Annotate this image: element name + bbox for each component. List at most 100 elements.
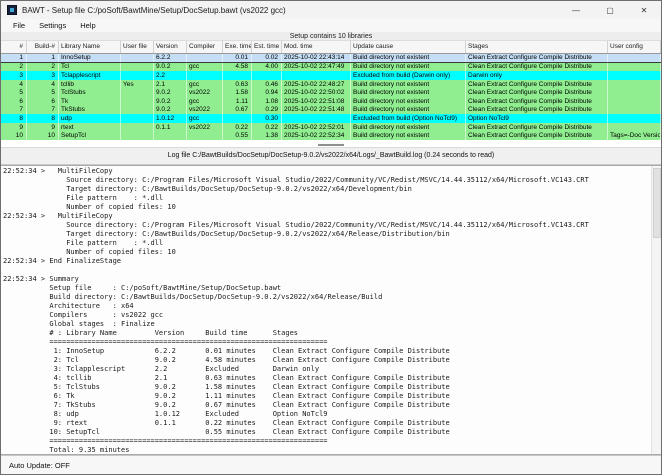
- cell-user-file: [121, 123, 154, 132]
- cell-est-time: 0.94: [252, 88, 282, 97]
- column-header-version[interactable]: Version: [154, 41, 187, 53]
- table-row-setuptcl[interactable]: 1010SetupTcl0.551.382025-10-02 22:52:34B…: [1, 131, 661, 140]
- pane-splitter: [1, 140, 661, 147]
- cell-col: 10: [1, 131, 27, 140]
- cell-build: 5: [27, 88, 59, 97]
- maximize-icon[interactable]: ▢: [593, 1, 627, 19]
- cell-library-name: TclStubs: [59, 88, 121, 97]
- cell-version: [154, 131, 187, 140]
- log-area[interactable]: 22:52:34 > MultiFileCopy Source director…: [1, 165, 661, 455]
- cell-exe-time: [223, 114, 252, 123]
- menu-item-settings[interactable]: Settings: [32, 21, 73, 30]
- table-row-tclapplescript[interactable]: 33Tclapplescript2.2Excluded from build (…: [1, 71, 661, 80]
- cell-exe-time: 4.58: [223, 63, 252, 72]
- cell-version: 9.0.2: [154, 106, 187, 115]
- cell-est-time: 4.00: [252, 63, 282, 72]
- splitter-handle-icon[interactable]: [318, 144, 344, 146]
- log-header-band: Log file C:/BawtBuilds/DocSetup/DocSetup…: [1, 147, 661, 165]
- cell-col: 8: [1, 114, 27, 123]
- column-header-user-config[interactable]: User config: [608, 41, 661, 53]
- menu-item-help[interactable]: Help: [73, 21, 102, 30]
- cell-build: 3: [27, 71, 59, 80]
- cell-version: 9.0.2: [154, 63, 187, 72]
- cell-build: 9: [27, 123, 59, 132]
- title-bar[interactable]: BAWT - Setup file C:/poSoft/BawtMine/Set…: [1, 1, 661, 19]
- log-scrollbar-thumb[interactable]: [653, 168, 661, 238]
- cell-compiler: gcc: [187, 80, 223, 89]
- cell-version: 9.0.2: [154, 97, 187, 106]
- menu-item-file[interactable]: File: [6, 21, 32, 30]
- status-bar: Auto Update: OFF: [1, 455, 661, 474]
- table-row-tk[interactable]: 66Tk9.0.2gcc1.111.082025-10-02 22:51:08B…: [1, 97, 661, 106]
- cell-est-time: 0.30: [252, 114, 282, 123]
- cell-col: 1: [1, 54, 27, 62]
- close-icon[interactable]: ✕: [627, 1, 661, 19]
- table-row-rtext[interactable]: 99rtext0.1.1vs20220.220.222025-10-02 22:…: [1, 123, 661, 132]
- cell-user-config: [608, 54, 661, 62]
- cell-stages: Darwin only: [466, 71, 608, 80]
- cell-user-config: [608, 106, 661, 115]
- library-table-body: 11InnoSetup6.2.20.010.022025-10-02 22:43…: [1, 54, 661, 140]
- cell-est-time: [252, 71, 282, 80]
- column-header-user-file[interactable]: User file: [121, 41, 154, 53]
- cell-user-file: [121, 54, 154, 62]
- table-row-udp[interactable]: 88udp1.0.12gcc0.30Excluded from build (O…: [1, 114, 661, 123]
- log-scrollbar[interactable]: [651, 166, 661, 454]
- cell-exe-time: 0.01: [223, 54, 252, 62]
- cell-compiler: vs2022: [187, 106, 223, 115]
- cell-mod-time: 2025-10-02 22:47:49: [282, 63, 351, 72]
- auto-update-status: Auto Update: OFF: [9, 461, 70, 470]
- table-row-tkstubs[interactable]: 77TkStubs9.0.2vs20220.670.292025-10-02 2…: [1, 106, 661, 115]
- cell-stages: Clean Extract Configure Compile Distribu…: [466, 97, 608, 106]
- cell-user-config: [608, 114, 661, 123]
- column-header-update-cause[interactable]: Update cause: [351, 41, 466, 53]
- cell-user-config: [608, 63, 661, 72]
- cell-update-cause: Build directory not existent: [351, 80, 466, 89]
- log-text: 22:52:34 > MultiFileCopy Source director…: [1, 166, 661, 455]
- cell-col: 7: [1, 106, 27, 115]
- cell-compiler: vs2022: [187, 123, 223, 132]
- cell-user-config: [608, 71, 661, 80]
- cell-stages: Clean Extract Configure Compile Distribu…: [466, 123, 608, 132]
- column-header-library-name[interactable]: Library Name: [59, 41, 121, 53]
- app-icon: [7, 5, 17, 15]
- cell-library-name: Tcl: [59, 63, 121, 72]
- cell-col: 9: [1, 123, 27, 132]
- cell-update-cause: Build directory not existent: [351, 131, 466, 140]
- cell-version: 9.0.2: [154, 88, 187, 97]
- table-header-row: #Build-#Library NameUser fileVersionComp…: [1, 41, 661, 54]
- cell-mod-time: 2025-10-02 22:52:34: [282, 131, 351, 140]
- column-header-exe-time[interactable]: Exe. time: [223, 41, 252, 53]
- cell-mod-time: 2025-10-02 22:51:08: [282, 97, 351, 106]
- cell-version: 2.2: [154, 71, 187, 80]
- column-header-est-time[interactable]: Est. time: [252, 41, 282, 53]
- cell-library-name: udp: [59, 114, 121, 123]
- cell-update-cause: Excluded from build (Darwin only): [351, 71, 466, 80]
- cell-build: 2: [27, 63, 59, 72]
- cell-mod-time: [282, 114, 351, 123]
- cell-update-cause: Build directory not existent: [351, 106, 466, 115]
- cell-version: 0.1.1: [154, 123, 187, 132]
- table-row-tcl[interactable]: 22Tcl9.0.2gcc4.584.002025-10-02 22:47:49…: [1, 63, 661, 72]
- table-row-tcllib[interactable]: 44tcllibYes2.1gcc0.630.462025-10-02 22:4…: [1, 80, 661, 89]
- column-header-stages[interactable]: Stages: [466, 41, 608, 53]
- cell-library-name: Tk: [59, 97, 121, 106]
- cell-exe-time: 0.22: [223, 123, 252, 132]
- cell-build: 8: [27, 114, 59, 123]
- cell-col: 3: [1, 71, 27, 80]
- cell-library-name: InnoSetup: [59, 54, 121, 62]
- table-row-innosetup[interactable]: 11InnoSetup6.2.20.010.022025-10-02 22:43…: [1, 54, 661, 63]
- cell-version: 2.1: [154, 80, 187, 89]
- app-window: BAWT - Setup file C:/poSoft/BawtMine/Set…: [0, 0, 662, 475]
- cell-compiler: vs2022: [187, 88, 223, 97]
- column-header-compiler[interactable]: Compiler: [187, 41, 223, 53]
- cell-mod-time: 2025-10-02 22:52:01: [282, 123, 351, 132]
- cell-library-name: TkStubs: [59, 106, 121, 115]
- cell-est-time: 0.22: [252, 123, 282, 132]
- column-header-col[interactable]: #: [1, 41, 27, 53]
- column-header-mod-time[interactable]: Mod. time: [282, 41, 351, 53]
- minimize-icon[interactable]: —: [559, 1, 593, 19]
- menu-bar: FileSettingsHelp: [1, 19, 661, 32]
- column-header-build[interactable]: Build-#: [27, 41, 59, 53]
- table-row-tclstubs[interactable]: 55TclStubs9.0.2vs20221.580.942025-10-02 …: [1, 88, 661, 97]
